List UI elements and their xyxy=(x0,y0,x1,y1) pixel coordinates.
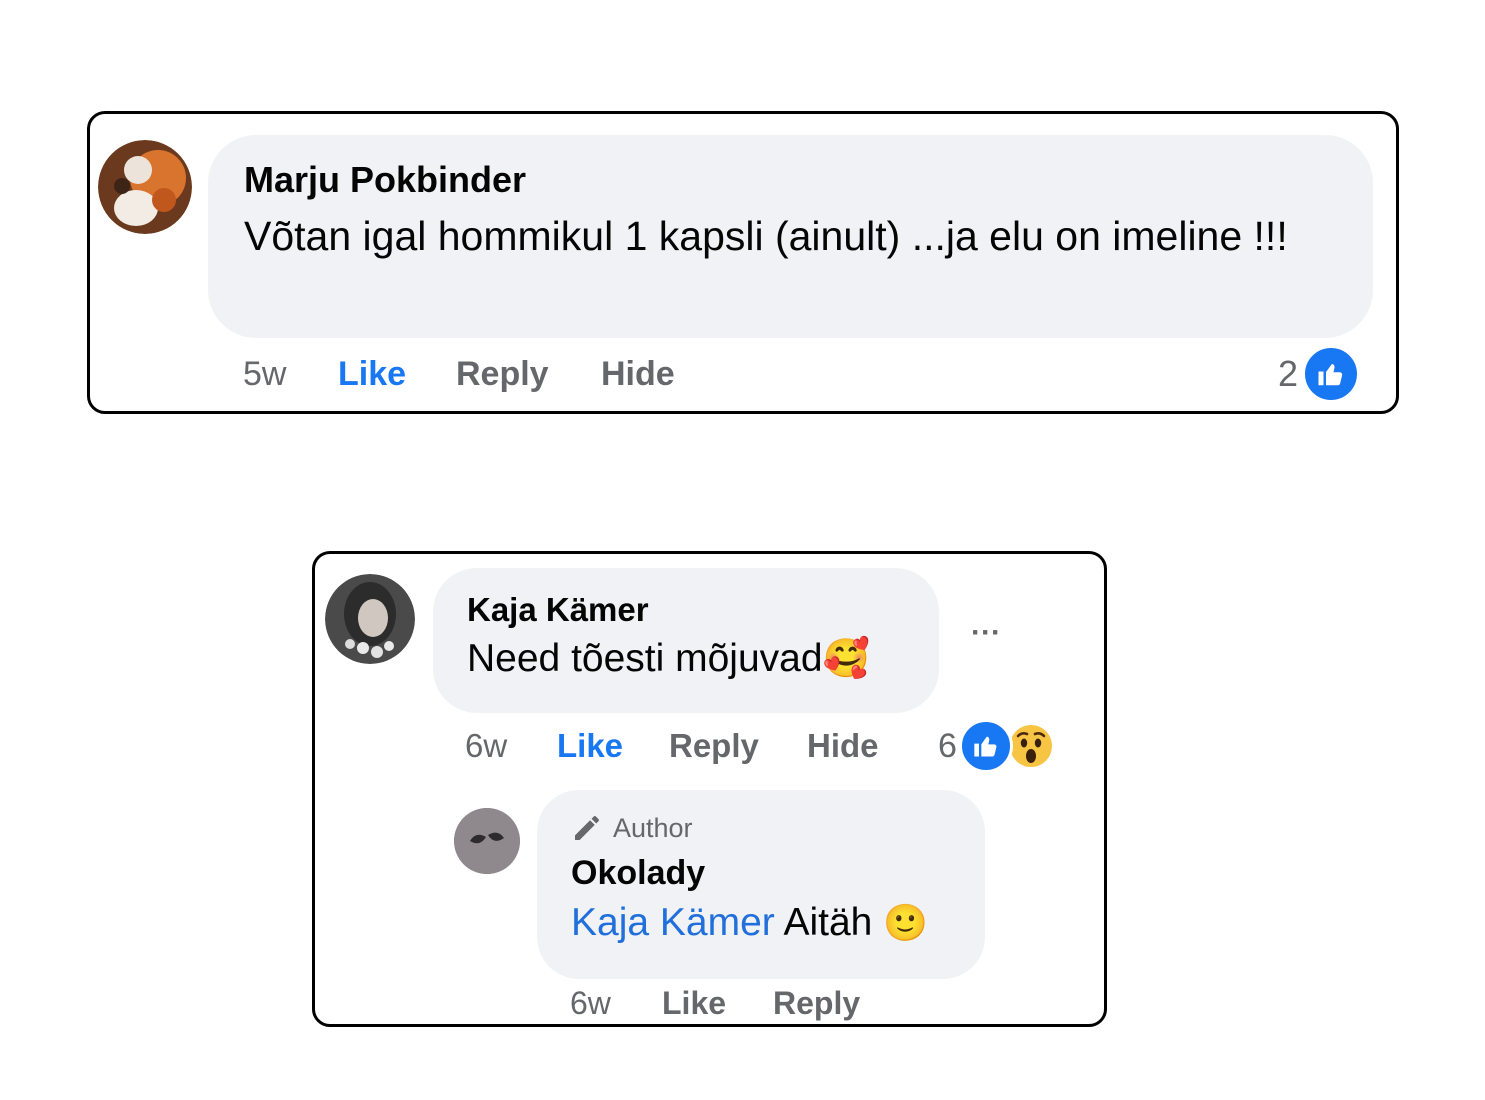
comment-timestamp[interactable]: 5w xyxy=(243,354,286,394)
author-badge: Author xyxy=(571,812,955,844)
more-options-button[interactable]: ··· xyxy=(971,618,1001,648)
author-badge-label: Author xyxy=(613,813,693,843)
reply-author-name[interactable]: Okolady xyxy=(571,852,955,894)
like-icon xyxy=(1302,345,1361,403)
hide-button[interactable]: Hide xyxy=(807,726,879,766)
comment-text: Need tõesti mõjuvad xyxy=(467,637,823,680)
leaf-logo-icon xyxy=(454,808,520,874)
reply-text-line: Kaja Kämer Aitäh 🙂 xyxy=(571,898,955,948)
reply-like-button[interactable]: Like xyxy=(662,984,726,1022)
comment-card-kaja: Kaja Kämer Need tõesti mõjuvad🥰 ··· 6w L… xyxy=(312,551,1107,1027)
reply-button[interactable]: Reply xyxy=(669,726,759,766)
reply-timestamp[interactable]: 6w xyxy=(570,984,611,1022)
reply-actions: 6w Like Reply xyxy=(570,984,890,1022)
mention-link[interactable]: Kaja Kämer xyxy=(571,901,775,944)
comment-text-line: Need tõesti mõjuvad🥰 xyxy=(467,634,907,684)
reply-button[interactable]: Reply xyxy=(456,354,549,394)
comment-text: Võtan igal hommikul 1 kapsli (ainult) ..… xyxy=(244,213,1288,259)
reaction-count: 6 xyxy=(938,726,957,765)
comment-author-name[interactable]: Kaja Kämer xyxy=(467,590,907,630)
avatar-kaja[interactable] xyxy=(325,574,415,664)
avatar-photo xyxy=(98,140,192,234)
pencil-icon xyxy=(575,816,599,840)
reply-text: Aitäh xyxy=(783,901,873,944)
reaction-summary[interactable]: 6 xyxy=(938,719,1055,773)
comment-timestamp[interactable]: 6w xyxy=(465,726,507,766)
comment-bubble: Marju Pokbinder Võtan igal hommikul 1 ka… xyxy=(208,135,1373,338)
like-icon xyxy=(958,719,1013,773)
like-button[interactable]: Like xyxy=(338,354,406,394)
comment-card-marju: Marju Pokbinder Võtan igal hommikul 1 ka… xyxy=(87,111,1399,414)
reaction-summary[interactable]: 2 xyxy=(1278,345,1361,403)
comment-author-name[interactable]: Marju Pokbinder xyxy=(244,157,1337,203)
reply-reply-button[interactable]: Reply xyxy=(773,984,860,1022)
comment-actions: 5w Like Reply Hide xyxy=(243,354,743,394)
comment-bubble: Kaja Kämer Need tõesti mõjuvad🥰 xyxy=(433,568,939,713)
smiley-emoji: 🙂 xyxy=(883,902,929,943)
wow-icon xyxy=(1007,722,1055,770)
hide-button[interactable]: Hide xyxy=(601,354,675,394)
avatar-okolady[interactable] xyxy=(454,808,520,874)
like-button[interactable]: Like xyxy=(557,726,623,766)
comment-actions: 6w Like Reply Hide xyxy=(465,726,925,766)
smiling-hearts-emoji: 🥰 xyxy=(822,638,870,680)
reaction-count: 2 xyxy=(1278,353,1299,394)
avatar-marju[interactable] xyxy=(98,140,192,234)
avatar-photo xyxy=(325,574,415,664)
reply-bubble: Author Okolady Kaja Kämer Aitäh 🙂 xyxy=(537,790,985,979)
